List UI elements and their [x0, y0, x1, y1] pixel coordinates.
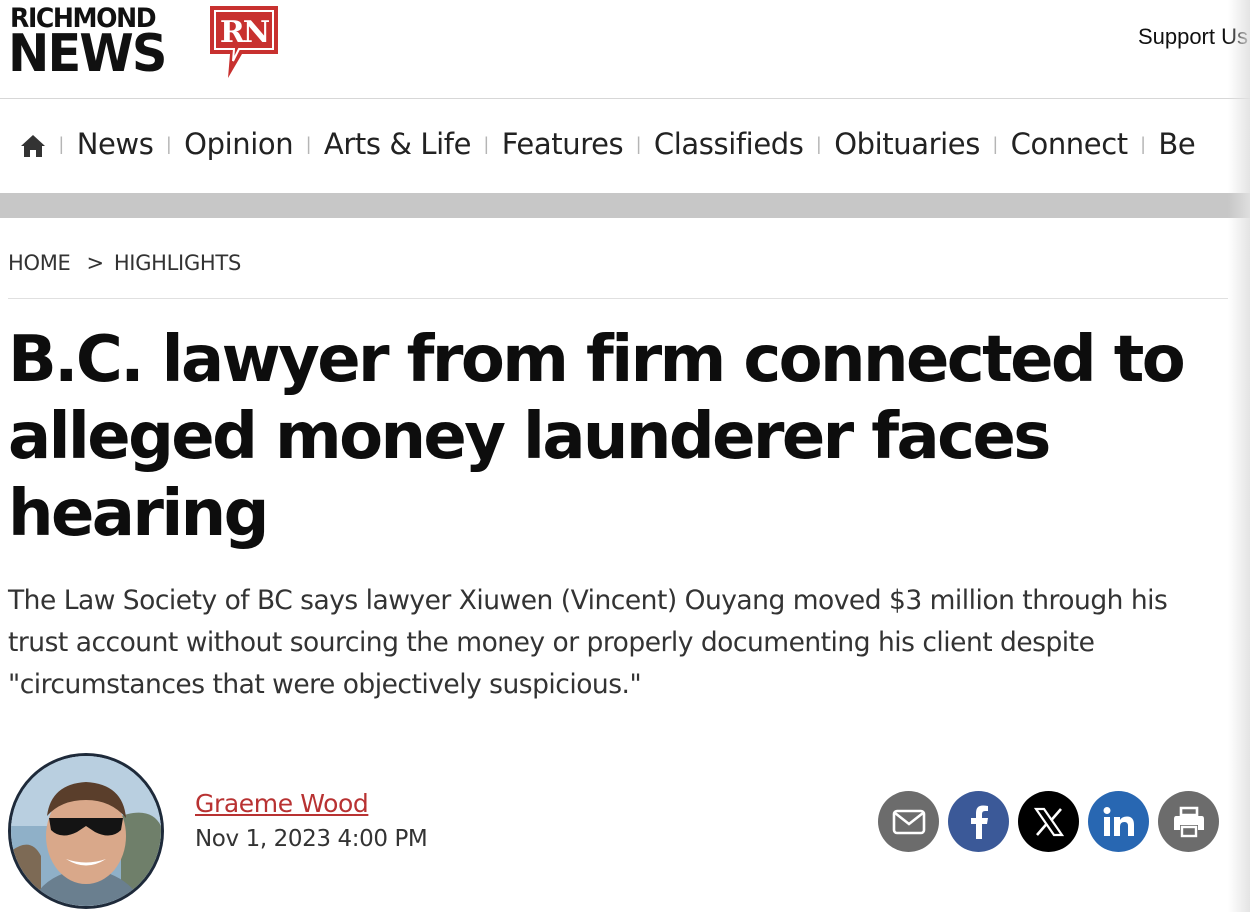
nav-item-news[interactable]: News: [77, 127, 154, 161]
share-linkedin-button[interactable]: [1088, 791, 1149, 852]
author-avatar[interactable]: [8, 753, 164, 909]
share-x-button[interactable]: [1018, 791, 1079, 852]
support-us-link[interactable]: Support Us: [1138, 24, 1248, 50]
author-name-link[interactable]: Graeme Wood: [195, 789, 369, 818]
email-icon: [892, 809, 925, 834]
publish-date: Nov 1, 2023 4:00 PM: [195, 826, 428, 852]
main-navigation: | News | Opinion | Arts & Life | Feature…: [0, 99, 1250, 193]
rn-speech-bubble-logo-icon: RN: [210, 6, 278, 78]
logo-bottom-word: NEWS: [8, 24, 167, 84]
print-icon: [1173, 806, 1204, 837]
share-buttons: [878, 791, 1223, 853]
richmond-news-logo[interactable]: RICHMOND NEWS RN: [8, 4, 282, 84]
nav-separator: |: [816, 133, 822, 154]
breadcrumb-home[interactable]: HOME: [8, 251, 71, 275]
article-headline: B.C. lawyer from firm connected to alleg…: [8, 323, 1186, 551]
breadcrumb-separator: >: [86, 251, 105, 275]
nav-separator: |: [306, 133, 311, 154]
logo-mark-text: RN: [220, 15, 270, 50]
linkedin-icon: [1103, 806, 1134, 836]
nav-separator: |: [636, 133, 641, 154]
nav-item-obituaries[interactable]: Obituaries: [834, 127, 980, 161]
share-print-button[interactable]: [1158, 791, 1219, 852]
nav-item-classifieds[interactable]: Classifieds: [654, 127, 804, 161]
home-icon[interactable]: [20, 133, 46, 159]
share-email-button[interactable]: [878, 791, 939, 852]
nav-item-connect[interactable]: Connect: [1011, 127, 1129, 161]
x-icon: [1033, 807, 1064, 836]
article-summary: The Law Society of BC says lawyer Xiuwen…: [8, 585, 1168, 700]
nav-separator: |: [484, 133, 489, 154]
nav-item-opinion[interactable]: Opinion: [184, 127, 293, 161]
share-facebook-button[interactable]: [948, 791, 1009, 852]
nav-separator: |: [992, 133, 998, 154]
nav-bottom-band: [0, 193, 1250, 218]
breadcrumb-section[interactable]: HIGHLIGHTS: [114, 251, 241, 275]
facebook-icon: [970, 805, 988, 839]
author-photo: [11, 756, 161, 906]
nav-separator: |: [166, 133, 172, 154]
nav-separator: |: [1140, 133, 1146, 154]
nav-separator: |: [59, 133, 64, 154]
nav-item-features[interactable]: Features: [502, 127, 624, 161]
nav-item-arts-life[interactable]: Arts & Life: [324, 127, 472, 161]
breadcrumb: HOME > HIGHLIGHTS: [8, 251, 241, 275]
breadcrumb-divider: [8, 298, 1228, 299]
nav-items: | News | Opinion | Arts & Life | Feature…: [46, 127, 1196, 161]
nav-item-truncated[interactable]: Be: [1158, 127, 1195, 161]
site-header: RICHMOND NEWS RN Support Us: [0, 0, 1250, 98]
